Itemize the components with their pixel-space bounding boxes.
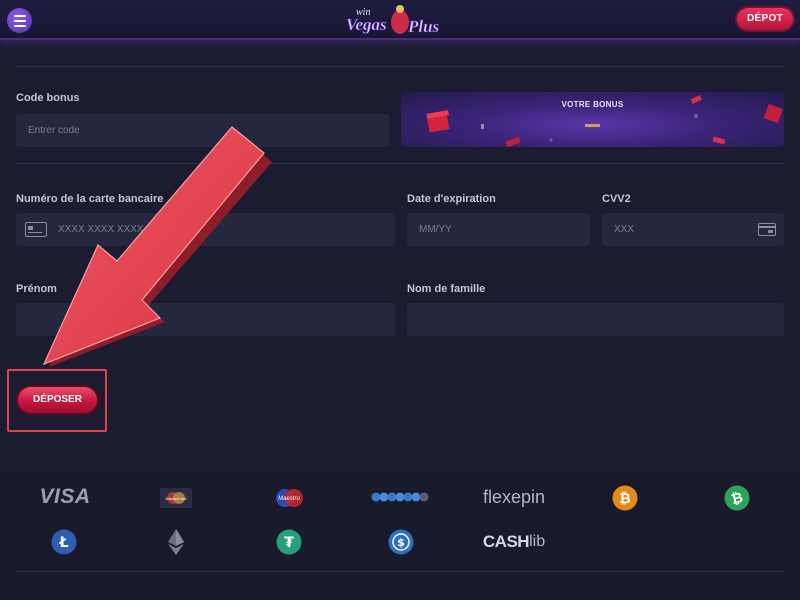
- litecoin-logo: Ł: [51, 529, 77, 555]
- svg-text:Maestro: Maestro: [278, 496, 300, 502]
- usdc-icon: $: [388, 529, 414, 555]
- cashlib-logo: CASH lib: [482, 530, 546, 554]
- svg-text:MasterCard: MasterCard: [166, 496, 187, 501]
- menu-button[interactable]: [7, 8, 32, 33]
- bitcoin-cash-icon: ₿: [724, 485, 750, 511]
- cvv-placeholder: XXX: [614, 224, 635, 235]
- cvv-input[interactable]: XXX: [602, 213, 784, 246]
- tether-logo: ₮: [276, 529, 302, 555]
- cvv-card-icon: [758, 223, 776, 236]
- menu-icon-line: [13, 19, 26, 22]
- card-number-input[interactable]: XXXX XXXX XXXX: [16, 213, 395, 246]
- menu-icon-line: [13, 24, 26, 27]
- svg-text:₿: ₿: [619, 491, 630, 507]
- mastercard-icon: MasterCard: [160, 488, 192, 508]
- deposit-highlight-box: [7, 369, 107, 432]
- card-number-label: Numéro de la carte bancaire: [16, 193, 164, 205]
- bonus-panel: VOTRE BONUS: [401, 92, 784, 147]
- bonus-value-placeholder: [585, 124, 600, 127]
- divider: [16, 571, 784, 572]
- mastercard-logo: MasterCard: [160, 488, 192, 508]
- tether-icon: ₮: [276, 529, 302, 555]
- ethereum-icon: [168, 529, 184, 555]
- bonus-panel-title: VOTRE BONUS: [561, 100, 624, 109]
- ethereum-logo: [166, 528, 186, 556]
- first-name-label: Prénom: [16, 283, 57, 295]
- last-name-input[interactable]: [407, 303, 784, 336]
- maestro-icon: Maestro: [276, 489, 303, 507]
- svg-text:Ł: Ł: [59, 535, 69, 551]
- payment-methods: VISA MasterCard Maestro flexepin ₿ ₿ Ł ₮…: [0, 470, 800, 600]
- expiry-input[interactable]: MM/YY: [407, 213, 590, 246]
- visa-text: VISA: [39, 485, 91, 508]
- menu-icon-line: [13, 14, 26, 17]
- svg-text:₮: ₮: [284, 535, 294, 551]
- card-number-placeholder: XXXX XXXX XXXX: [58, 224, 144, 235]
- cashlib-text-cash: CASH: [482, 532, 530, 551]
- cvv-label: CVV2: [602, 193, 631, 205]
- neosurf-icon: [371, 492, 429, 502]
- divider: [16, 163, 784, 164]
- svg-text:$: $: [397, 536, 405, 549]
- depot-button[interactable]: DÉPOT: [737, 8, 793, 30]
- expiry-label: Date d'expiration: [407, 193, 496, 205]
- neosurf-logo: [371, 489, 431, 505]
- litecoin-icon: Ł: [51, 529, 77, 555]
- top-bar: win Vegas Plus DÉPOT: [0, 0, 800, 40]
- flexepin-logo: flexepin: [482, 484, 546, 510]
- first-name-input[interactable]: [16, 303, 395, 336]
- flexepin-text: flexepin: [482, 486, 546, 507]
- last-name-label: Nom de famille: [407, 283, 486, 295]
- bitcoin-icon: ₿: [612, 485, 638, 511]
- cashlib-text-lib: lib: [529, 533, 546, 550]
- winvegasplus-logo[interactable]: win Vegas Plus: [336, 2, 464, 38]
- divider: [16, 66, 784, 67]
- visa-logo: VISA: [28, 484, 102, 510]
- credit-card-icon: [25, 222, 47, 237]
- bonus-code-label: Code bonus: [16, 92, 80, 104]
- svg-text:Vegas: Vegas: [346, 15, 387, 34]
- bonus-code-input[interactable]: Entrer code: [16, 114, 389, 147]
- svg-text:Plus: Plus: [407, 17, 440, 36]
- bitcoin-cash-logo: ₿: [724, 485, 750, 511]
- bitcoin-logo: ₿: [612, 485, 638, 511]
- usdc-logo: $: [388, 529, 414, 555]
- maestro-logo: Maestro: [272, 487, 306, 509]
